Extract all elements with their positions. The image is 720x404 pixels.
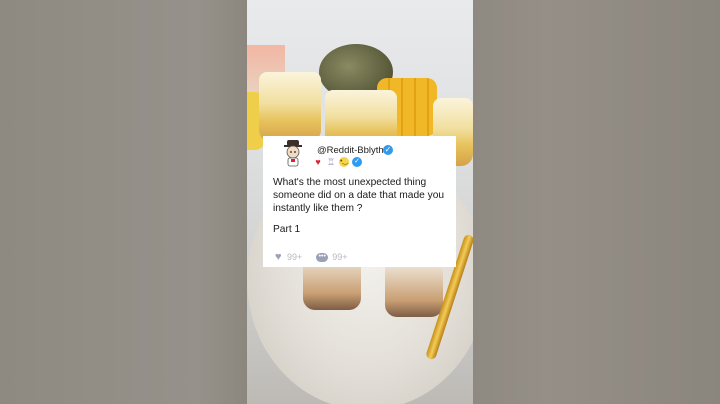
smiley-icon: •‿	[339, 157, 349, 167]
dessert-cup-image	[385, 262, 443, 317]
right-blur-panel	[473, 0, 720, 404]
verified-check-icon: ✓	[383, 145, 393, 155]
post-question: What's the most unexpected thing someone…	[273, 177, 445, 214]
post-part-label: Part 1	[273, 224, 301, 235]
reddit-post-card: @Reddit-Bblythe ✓ ♥ ♖ •‿ ✓ What's the mo…	[263, 136, 456, 267]
check-badge-icon: ✓	[352, 157, 362, 167]
trophy-icon: ♖	[326, 157, 336, 167]
likes-count: 99+	[287, 252, 303, 262]
user-badges: ♥ ♖ •‿ ✓	[313, 157, 362, 167]
post-author-handle[interactable]: @Reddit-Bblythe	[317, 145, 389, 156]
cartoon-avatar-icon	[284, 140, 302, 167]
post-stats: ♥ 99+ ••• 99+	[275, 252, 348, 263]
heart-icon[interactable]: ♥	[275, 252, 286, 263]
comments-count: 99+	[332, 252, 348, 262]
heart-icon: ♥	[315, 157, 321, 167]
left-blur-panel	[0, 0, 247, 404]
speech-bubble-icon[interactable]: •••	[316, 252, 329, 262]
dessert-cup-image	[259, 72, 321, 142]
